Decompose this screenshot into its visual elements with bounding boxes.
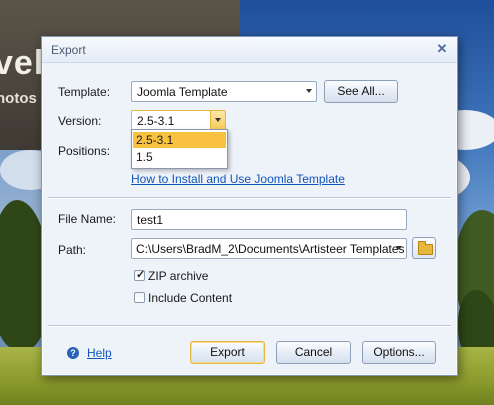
chevron-down-icon bbox=[396, 246, 402, 250]
path-combobox[interactable]: C:\Users\BradM_2\Documents\Artisteer Tem… bbox=[131, 238, 407, 259]
close-button[interactable]: ✕ bbox=[433, 40, 451, 58]
help-link[interactable]: Help bbox=[87, 346, 112, 360]
file-name-label: File Name: bbox=[58, 212, 117, 226]
options-button[interactable]: Options... bbox=[362, 341, 436, 364]
positions-label: Positions: bbox=[58, 144, 111, 158]
version-value: 2.5-3.1 bbox=[137, 114, 175, 128]
version-combobox[interactable]: 2.5-3.1 bbox=[131, 110, 226, 131]
path-value: C:\Users\BradM_2\Documents\Artisteer Tem… bbox=[136, 242, 405, 256]
export-dialog: Export ✕ Template: Joomla Template See A… bbox=[41, 36, 458, 376]
dialog-title: Export bbox=[51, 43, 86, 57]
dialog-titlebar[interactable]: Export ✕ bbox=[42, 37, 457, 63]
version-dropdown-button[interactable] bbox=[210, 111, 225, 130]
template-combobox[interactable]: Joomla Template bbox=[131, 81, 317, 102]
see-all-button[interactable]: See All... bbox=[324, 80, 398, 103]
version-option-2-5-3-1[interactable]: 2.5-3.1 bbox=[133, 132, 226, 148]
include-content-label[interactable]: Include Content bbox=[148, 291, 232, 305]
check-icon: ✓ bbox=[136, 269, 146, 281]
help-icon[interactable]: ? bbox=[67, 347, 79, 359]
export-button[interactable]: Export bbox=[190, 341, 265, 364]
banner-text: vel bbox=[0, 44, 45, 82]
version-option-1-5[interactable]: 1.5 bbox=[133, 149, 226, 165]
path-label: Path: bbox=[58, 243, 87, 257]
folder-open-icon bbox=[418, 241, 433, 255]
install-help-link[interactable]: How to Install and Use Joomla Template bbox=[131, 172, 345, 186]
zip-archive-checkbox[interactable]: ✓ bbox=[134, 269, 146, 281]
banner-subtext: hotos bbox=[0, 90, 37, 107]
template-label: Template: bbox=[58, 85, 111, 99]
file-name-value: test1 bbox=[137, 213, 164, 227]
version-label: Version: bbox=[58, 114, 102, 128]
footer-divider bbox=[48, 325, 451, 327]
zip-archive-label[interactable]: ZIP archive bbox=[148, 269, 208, 283]
chevron-down-icon bbox=[215, 118, 221, 122]
version-dropdown-list: 2.5-3.1 1.5 bbox=[131, 129, 228, 169]
chevron-down-icon bbox=[306, 89, 312, 93]
template-value: Joomla Template bbox=[137, 85, 228, 99]
include-content-checkbox[interactable] bbox=[134, 292, 145, 303]
section-divider bbox=[48, 197, 451, 199]
cancel-button[interactable]: Cancel bbox=[276, 341, 351, 364]
browse-folder-button[interactable] bbox=[412, 237, 436, 259]
file-name-field[interactable]: test1 bbox=[131, 209, 407, 230]
close-icon: ✕ bbox=[436, 41, 448, 56]
